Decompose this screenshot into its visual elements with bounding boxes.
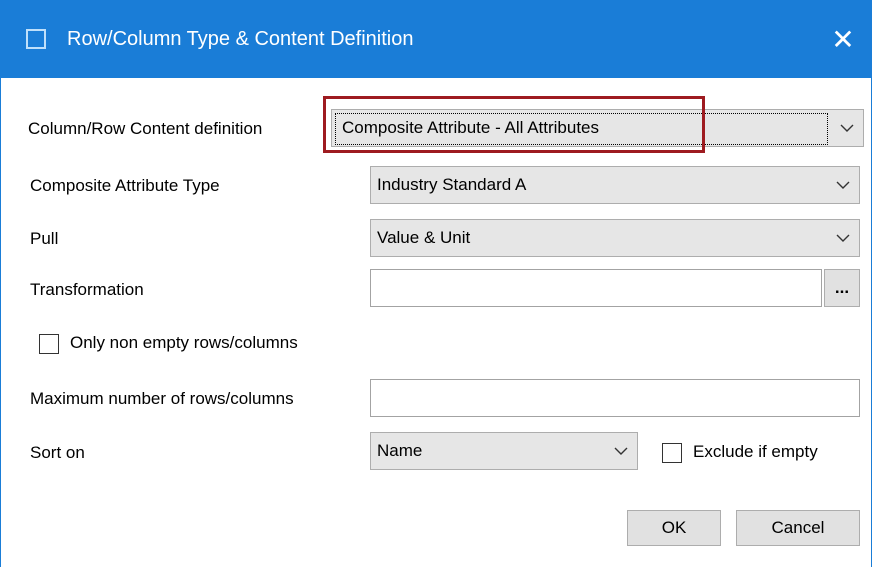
transformation-label: Transformation bbox=[30, 280, 144, 299]
exclude-if-empty-label: Exclude if empty bbox=[693, 442, 818, 461]
chevron-down-icon bbox=[827, 181, 859, 190]
content-definition-dropdown[interactable]: Composite Attribute - All Attributes bbox=[331, 109, 864, 147]
close-button[interactable]: ✕ bbox=[814, 0, 872, 78]
pull-label: Pull bbox=[30, 229, 59, 248]
window-title: Row/Column Type & Content Definition bbox=[67, 28, 414, 50]
exclude-if-empty-checkbox[interactable] bbox=[662, 443, 682, 463]
content-definition-value: Composite Attribute - All Attributes bbox=[342, 118, 600, 137]
composite-attribute-type-label: Composite Attribute Type bbox=[30, 176, 220, 195]
title-bar: Row/Column Type & Content Definition ✕ bbox=[0, 0, 872, 78]
pull-value: Value & Unit bbox=[377, 228, 471, 247]
ok-button[interactable]: OK bbox=[627, 510, 721, 546]
transformation-input[interactable] bbox=[370, 269, 822, 307]
composite-attribute-type-dropdown[interactable]: Industry Standard A bbox=[370, 166, 860, 204]
max-rows-label: Maximum number of rows/columns bbox=[30, 389, 294, 408]
chevron-down-icon bbox=[827, 234, 859, 243]
transformation-browse-button[interactable]: ... bbox=[824, 269, 860, 307]
content-definition-label: Column/Row Content definition bbox=[28, 119, 263, 138]
window-border-left bbox=[0, 78, 1, 567]
pull-dropdown[interactable]: Value & Unit bbox=[370, 219, 860, 257]
window-icon bbox=[26, 29, 46, 49]
cancel-button[interactable]: Cancel bbox=[736, 510, 860, 546]
chevron-down-icon bbox=[605, 447, 637, 456]
chevron-down-icon bbox=[831, 124, 863, 133]
max-rows-input[interactable] bbox=[370, 379, 860, 417]
only-non-empty-checkbox[interactable] bbox=[39, 334, 59, 354]
sort-on-dropdown[interactable]: Name bbox=[370, 432, 638, 470]
sort-on-label: Sort on bbox=[30, 443, 85, 462]
only-non-empty-label: Only non empty rows/columns bbox=[70, 333, 298, 352]
composite-attribute-type-value: Industry Standard A bbox=[377, 175, 527, 194]
sort-on-value: Name bbox=[377, 441, 423, 460]
